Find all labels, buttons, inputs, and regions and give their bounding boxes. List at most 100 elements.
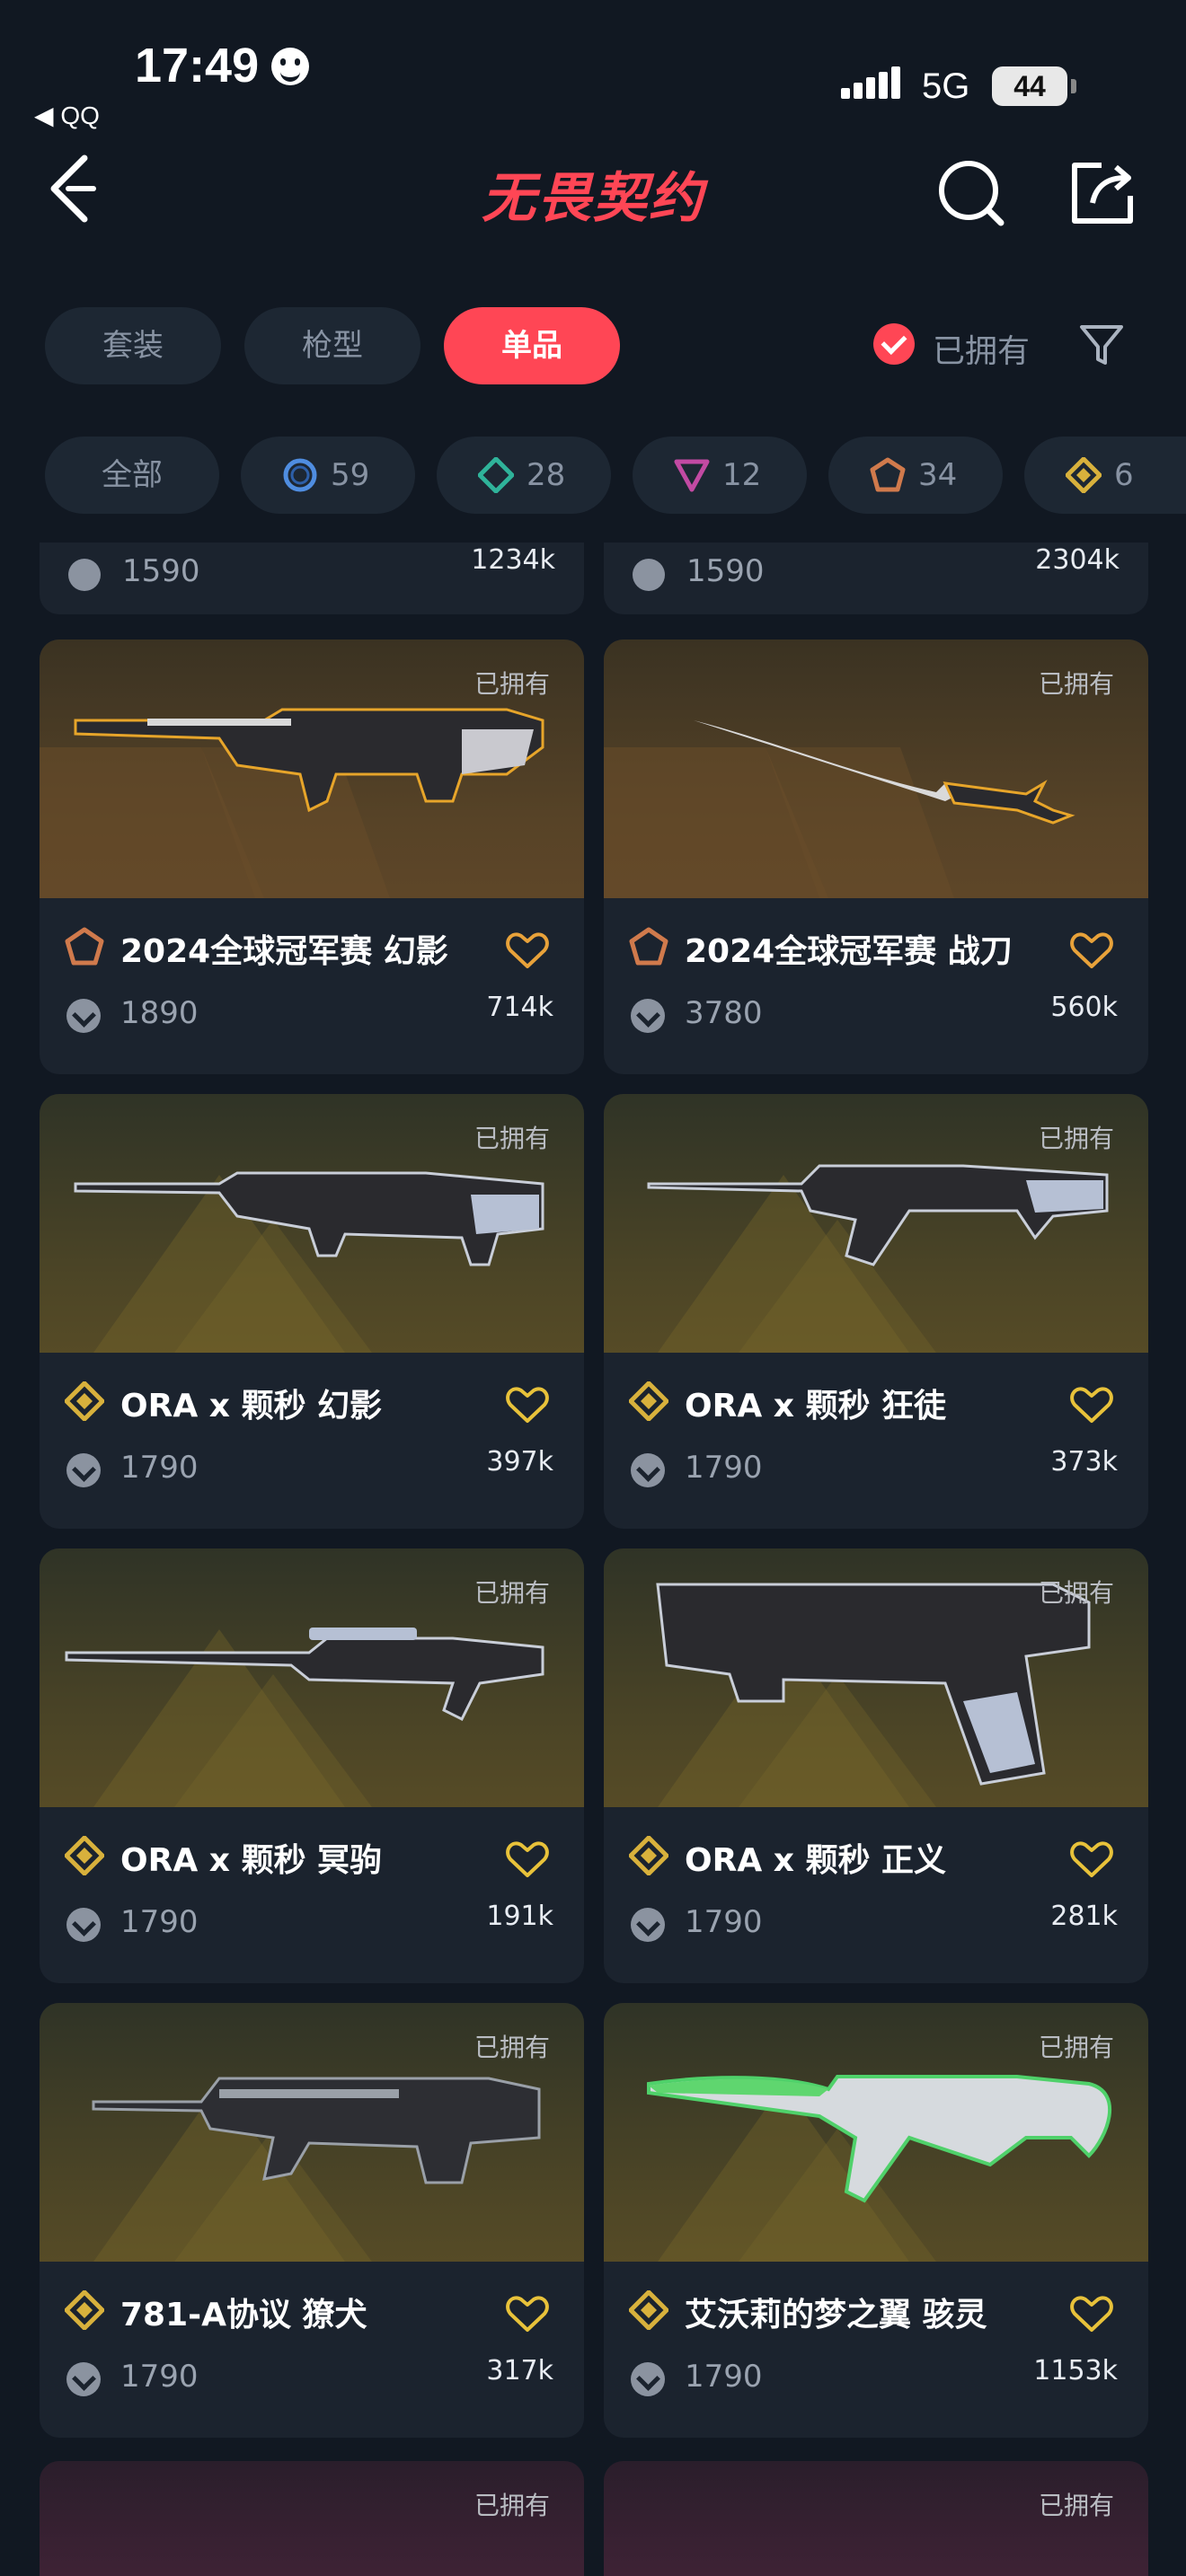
- battery-tip: [1071, 79, 1076, 93]
- tab-weapon-types[interactable]: 枪型: [244, 307, 420, 384]
- back-icon[interactable]: [45, 153, 99, 225]
- item-name: ORA x 颗秒 幻影: [120, 1388, 383, 1425]
- premium-tier-icon: [674, 459, 710, 492]
- tier-chip-all[interactable]: 全部: [45, 437, 219, 514]
- owned-badge: 已拥有: [474, 2491, 550, 2520]
- smiley-icon: [271, 48, 309, 85]
- item-card[interactable]: 已拥有 ORA x 颗秒 冥驹 1790 191k: [40, 1548, 584, 1983]
- back-to-app-link[interactable]: ◀ QQ: [34, 101, 100, 130]
- item-likes: 317k: [486, 2355, 553, 2386]
- heart-icon[interactable]: [505, 1839, 550, 1879]
- item-price: 1890: [120, 995, 199, 1031]
- tier-chip-premium[interactable]: 12: [633, 437, 807, 514]
- item-card[interactable]: 已拥有 2024全球冠军赛 战刀 3780 560k: [604, 640, 1148, 1074]
- ultra-tier-icon: [629, 1381, 668, 1421]
- tier-chip-count: 12: [722, 457, 762, 493]
- item-price: 1590: [686, 553, 765, 589]
- owned-badge: 已拥有: [1038, 1578, 1114, 1608]
- owned-badge: 已拥有: [1038, 1124, 1114, 1153]
- tier-chip-label: 全部: [102, 457, 163, 493]
- search-icon[interactable]: [934, 156, 1006, 228]
- tier-chip-count: 28: [527, 457, 566, 493]
- vp-coin-icon: [66, 1453, 101, 1487]
- vp-coin-icon: [633, 559, 665, 591]
- item-likes: 1153k: [1033, 2355, 1118, 2386]
- vp-coin-icon: [66, 2362, 101, 2396]
- item-likes: 714k: [486, 992, 553, 1023]
- heart-icon[interactable]: [505, 931, 550, 970]
- ultra-tier-icon: [65, 1836, 104, 1875]
- owned-badge: 已拥有: [1038, 2491, 1114, 2520]
- ultra-tier-icon: [1066, 457, 1102, 493]
- deluxe-tier-icon: [478, 457, 514, 493]
- item-name: 2024全球冠军赛 幻影: [120, 933, 448, 970]
- owned-badge: 已拥有: [1038, 2033, 1114, 2062]
- vp-coin-icon: [66, 1908, 101, 1942]
- ultra-tier-icon: [629, 1836, 668, 1875]
- item-name: 2024全球冠军赛 战刀: [685, 933, 1013, 970]
- item-price: 1790: [685, 1904, 763, 1940]
- partial-card-top-right[interactable]: 1590 2304k: [604, 543, 1148, 614]
- owned-badge: 已拥有: [474, 1124, 550, 1153]
- item-likes: 560k: [1050, 992, 1118, 1023]
- partial-card-top-left[interactable]: 1590 1234k: [40, 543, 584, 614]
- owned-badge: 已拥有: [474, 1578, 550, 1608]
- ultra-tier-icon: [65, 1381, 104, 1421]
- item-card[interactable]: 已拥有 艾沃莉的梦之翼 骇灵 1790 1153k: [604, 2003, 1148, 2438]
- heart-icon[interactable]: [1069, 1385, 1114, 1425]
- item-likes: 191k: [486, 1901, 553, 1932]
- heart-icon[interactable]: [1069, 1839, 1114, 1879]
- heart-icon[interactable]: [505, 1385, 550, 1425]
- vp-coin-icon: [68, 559, 101, 591]
- item-price: 1590: [122, 553, 200, 589]
- item-card-partial[interactable]: 已拥有: [40, 2461, 584, 2576]
- heart-icon[interactable]: [505, 2294, 550, 2333]
- vp-coin-icon: [66, 999, 101, 1033]
- signal-icon: [841, 66, 900, 99]
- tab-sets[interactable]: 套装: [45, 307, 221, 384]
- item-likes: 397k: [486, 1446, 553, 1478]
- item-name: 艾沃莉的梦之翼 骇灵: [685, 2297, 987, 2333]
- owned-filter-label[interactable]: 已拥有: [933, 325, 1030, 372]
- item-name: ORA x 颗秒 狂徒: [685, 1388, 947, 1425]
- item-card[interactable]: 已拥有 ORA x 颗秒 狂徒 1790 373k: [604, 1094, 1148, 1529]
- filter-icon[interactable]: [1076, 320, 1127, 370]
- ultra-tier-icon: [629, 2290, 668, 2330]
- select-tier-icon: [283, 458, 317, 492]
- tier-chip-exclusive[interactable]: 34: [828, 437, 1003, 514]
- item-name: 781-A协议 獠犬: [120, 2297, 367, 2333]
- tier-chip-count: 6: [1114, 457, 1134, 493]
- item-card[interactable]: 已拥有 2024全球冠军赛 幻影 1890 714k: [40, 640, 584, 1074]
- item-name: ORA x 颗秒 冥驹: [120, 1842, 383, 1879]
- owned-badge: 已拥有: [474, 2033, 550, 2062]
- status-time: 17:49: [135, 39, 260, 93]
- item-likes: 2304k: [1035, 544, 1120, 576]
- tab-items[interactable]: 单品: [444, 307, 620, 384]
- owned-checkbox[interactable]: [873, 323, 915, 365]
- ultra-tier-icon: [65, 2290, 104, 2330]
- vp-coin-icon: [631, 2362, 665, 2396]
- vp-coin-icon: [631, 1453, 665, 1487]
- item-likes: 281k: [1050, 1901, 1118, 1932]
- heart-icon[interactable]: [1069, 2294, 1114, 2333]
- vp-coin-icon: [631, 999, 665, 1033]
- tier-chip-ultra[interactable]: 6: [1024, 437, 1186, 514]
- item-price: 1790: [120, 2359, 199, 2395]
- item-card[interactable]: 已拥有 ORA x 颗秒 正义 1790 281k: [604, 1548, 1148, 1983]
- item-card[interactable]: 已拥有 ORA x 颗秒 幻影 1790 397k: [40, 1094, 584, 1529]
- exclusive-tier-icon: [65, 927, 104, 966]
- item-card[interactable]: 已拥有 781-A协议 獠犬 1790 317k: [40, 2003, 584, 2438]
- network-type: 5G: [922, 66, 970, 106]
- share-icon[interactable]: [1066, 156, 1137, 228]
- battery-level: 44: [992, 66, 1067, 106]
- heart-icon[interactable]: [1069, 931, 1114, 970]
- tier-chip-select[interactable]: 59: [241, 437, 415, 514]
- owned-badge: 已拥有: [1038, 669, 1114, 699]
- item-price: 1790: [120, 1450, 199, 1486]
- tier-chip-deluxe[interactable]: 28: [437, 437, 611, 514]
- tier-chip-count: 59: [331, 457, 370, 493]
- item-card-partial[interactable]: 已拥有: [604, 2461, 1148, 2576]
- item-likes: 373k: [1050, 1446, 1118, 1478]
- owned-badge: 已拥有: [474, 669, 550, 699]
- item-price: 1790: [685, 2359, 763, 2395]
